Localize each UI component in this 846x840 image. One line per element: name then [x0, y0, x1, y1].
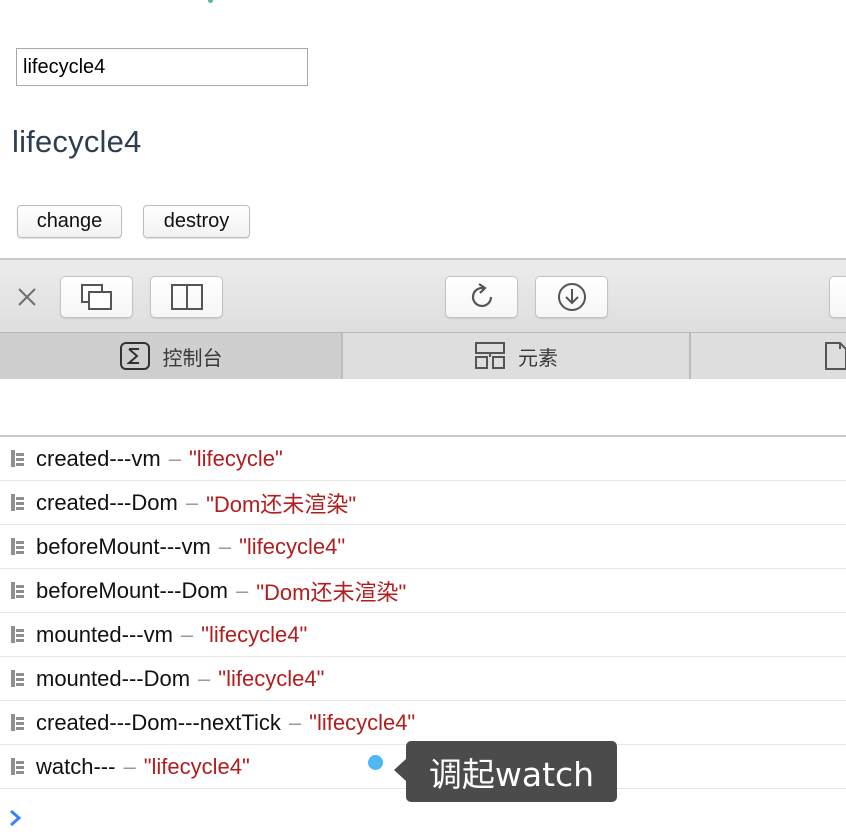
- detach-window-icon: [80, 284, 112, 310]
- log-value: "lifecycle": [188, 445, 283, 471]
- log-label: beforeMount---vm: [36, 533, 211, 559]
- chevron-right-icon[interactable]: [6, 808, 26, 828]
- log-level-icon: [0, 613, 36, 657]
- log-label: mounted---Dom: [36, 665, 191, 691]
- close-icon[interactable]: [14, 284, 40, 310]
- annotation-tooltip: 调起watch: [394, 741, 617, 802]
- log-value: "lifecycle4": [218, 665, 325, 691]
- top-decoration: [208, 0, 213, 3]
- log-separator: –: [123, 753, 136, 779]
- log-separator: –: [185, 489, 199, 515]
- more-toolbar-button[interactable]: [829, 276, 846, 318]
- log-level-icon: [0, 701, 36, 745]
- tab-resources[interactable]: [691, 333, 846, 379]
- inspector-tabbar: 控制台 元素: [0, 333, 846, 379]
- log-label: created---vm: [36, 445, 161, 471]
- app-preview: lifecycle4 change destroy: [0, 0, 846, 258]
- log-level-icon: [0, 657, 36, 701]
- tooltip-text: 调起watch: [428, 754, 595, 794]
- log-separator: –: [180, 621, 194, 647]
- log-level-icon: [0, 481, 36, 525]
- log-separator: –: [218, 533, 232, 559]
- log-level-icon: [0, 569, 36, 613]
- split-view-button[interactable]: [150, 276, 223, 318]
- log-level-icon: [0, 525, 36, 569]
- log-level-icon: [0, 745, 36, 789]
- console-row: beforeMount---vm – "lifecycle4": [0, 525, 846, 569]
- split-view-icon: [170, 284, 203, 310]
- change-button[interactable]: change: [17, 205, 122, 238]
- console-icon: [119, 342, 150, 370]
- log-label: watch---: [36, 753, 116, 779]
- console-row: created---Dom – "Dom还未渲染": [0, 481, 846, 525]
- log-label: created---Dom---nextTick: [36, 709, 281, 735]
- console-row: mounted---Dom – "lifecycle4": [0, 657, 846, 701]
- elements-icon: [475, 342, 505, 369]
- console-filter-area: [0, 380, 846, 437]
- log-value: "lifecycle4": [143, 753, 250, 779]
- log-separator: –: [198, 665, 211, 691]
- tab-console[interactable]: 控制台: [0, 333, 343, 379]
- lifecycle-input[interactable]: [16, 48, 308, 86]
- log-value: "lifecycle4": [309, 709, 416, 735]
- console-row: created---Dom---nextTick – "lifecycle4": [0, 701, 846, 745]
- download-icon: [557, 283, 586, 311]
- console-row: created---vm – "lifecycle": [0, 437, 846, 481]
- reload-icon: [471, 283, 492, 308]
- log-separator: –: [168, 445, 181, 471]
- console-row: beforeMount---Dom – "Dom还未渲染": [0, 569, 846, 613]
- inspector-toolbar: [0, 258, 846, 333]
- tab-console-label: 控制台: [162, 347, 223, 370]
- log-value: "lifecycle4": [239, 533, 346, 559]
- detach-window-button[interactable]: [60, 276, 133, 318]
- page-heading: lifecycle4: [12, 124, 142, 159]
- resources-icon: [825, 342, 846, 370]
- download-button[interactable]: [535, 276, 608, 318]
- log-level-icon: [0, 437, 36, 481]
- reload-button[interactable]: [445, 276, 518, 318]
- log-label: mounted---vm: [36, 621, 173, 647]
- annotation-dot: [368, 755, 383, 770]
- destroy-button[interactable]: destroy: [143, 205, 250, 238]
- log-separator: –: [235, 577, 249, 603]
- log-value: "lifecycle4": [201, 621, 308, 647]
- log-label: created---Dom: [36, 489, 178, 515]
- log-value: "Dom还未渲染": [256, 579, 407, 605]
- tab-elements-label: 元素: [518, 347, 558, 370]
- log-separator: –: [288, 709, 302, 735]
- log-value: "Dom还未渲染": [206, 491, 357, 517]
- tab-elements[interactable]: 元素: [343, 333, 691, 379]
- log-label: beforeMount---Dom: [36, 577, 228, 603]
- console-row: mounted---vm – "lifecycle4": [0, 613, 846, 657]
